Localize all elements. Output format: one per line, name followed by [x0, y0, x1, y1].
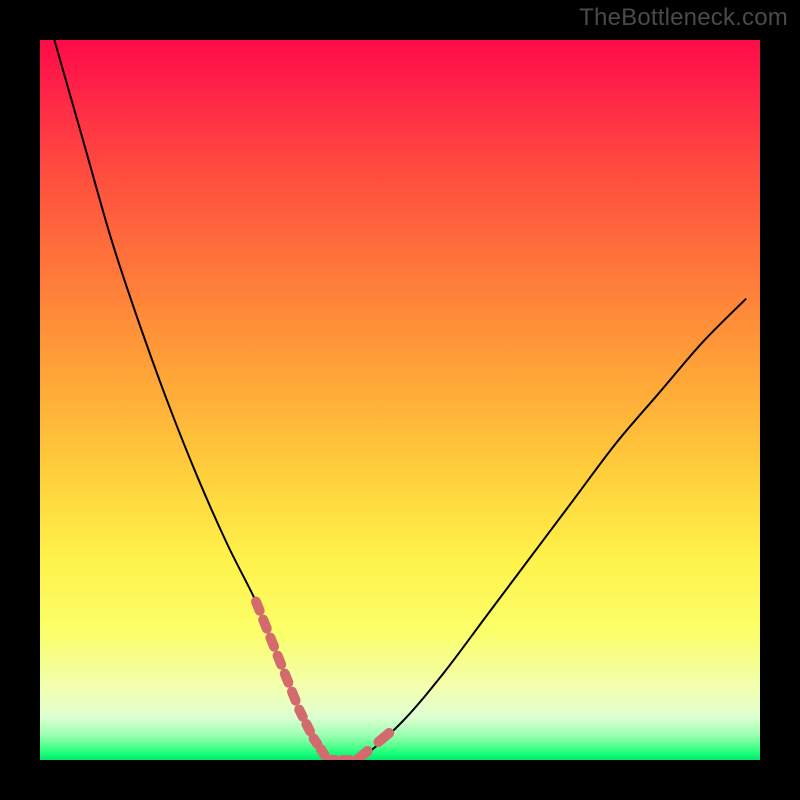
chart-frame: TheBottleneck.com [0, 0, 800, 800]
highlight-dash-segment [278, 656, 282, 665]
highlight-dash-segment [299, 710, 303, 717]
highlight-dash-segment [270, 638, 274, 647]
highlight-dash-segment [314, 738, 318, 743]
highlight-dash-segment [285, 674, 289, 683]
bottleneck-curve-svg [40, 40, 760, 760]
highlight-dash-segment [263, 620, 267, 629]
plot-area [40, 40, 760, 760]
highlight-dash-segment [306, 724, 310, 731]
highlight-dash-segment [256, 602, 260, 611]
highlight-dash-group [256, 602, 389, 760]
watermark-text: TheBottleneck.com [579, 4, 788, 32]
highlight-dash-segment [357, 751, 368, 760]
highlight-dash-segment [321, 749, 325, 754]
bottleneck-curve [54, 40, 745, 760]
highlight-dash-segment [378, 733, 389, 742]
highlight-dash-segment [292, 692, 296, 701]
